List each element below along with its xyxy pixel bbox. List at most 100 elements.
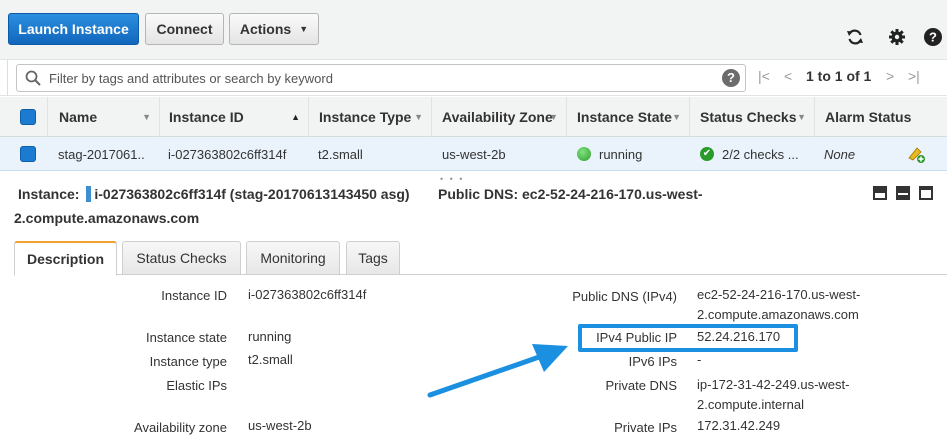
public-dns-label: Public DNS: [438,186,519,202]
cell-availability-zone: us-west-2b [442,146,506,162]
actions-label: Actions [239,21,292,37]
value-public-dns-ipv4: ec2-52-24-216-170.us-west- 2.compute.ama… [697,285,860,325]
sort-asc-icon: ▲ [291,112,300,122]
instance-label: Instance: [18,186,80,202]
toolbar: Launch Instance Connect Actions ▼ ? [0,0,947,60]
resize-handle[interactable]: • • • [440,174,470,184]
label-availability-zone: Availability zone [134,420,227,435]
tab-status-checks-label: Status Checks [136,250,227,266]
column-instance-id[interactable]: Instance ID ▲ [160,97,309,137]
public-dns-value: ec2-52-24-216-170.us-west- [522,186,703,202]
connect-label: Connect [156,21,213,37]
table-header: Name ▼ Instance ID ▲ Instance Type ▼ Availa… [0,97,947,137]
tab-monitoring[interactable]: Monitoring [246,241,340,275]
label-ipv6-ips: IPv6 IPs [628,354,677,369]
launch-instance-label: Launch Instance [18,21,129,37]
select-all-cell [0,97,48,137]
label-instance-id: Instance ID [161,288,227,303]
layout-split-icon[interactable] [896,186,910,200]
cell-instance-id: i-027363802c6ff314f [168,146,287,162]
prev-page-icon[interactable]: < [784,68,792,84]
column-instance-id-label: Instance ID [169,109,244,125]
select-all-checkbox[interactable] [20,109,36,125]
column-availability-zone[interactable]: Availability Zone ▼ [432,97,567,137]
label-elastic-ips: Elastic IPs [166,378,227,393]
value-private-dns: ip-172-31-42-249.us-west- 2.compute.inte… [697,375,849,415]
value-availability-zone: us-west-2b [248,418,312,433]
tab-tags-label: Tags [358,250,388,266]
pagination-text: 1 to 1 of 1 [806,68,872,84]
instance-state-text: running [599,146,643,162]
panel-edge [0,60,8,96]
layout-full-icon[interactable] [919,186,933,200]
next-page-icon[interactable]: > [886,68,894,84]
cell-name: stag-2017061.. [58,146,145,162]
sort-icon: ▼ [549,112,558,122]
value-private-ips: 172.31.42.249 [697,418,781,433]
column-status-checks[interactable]: Status Checks ▼ [690,97,815,137]
detail-instance-title: Instance: i-027363802c6ff314f (stag-2017… [18,186,410,202]
label-private-dns: Private DNS [605,378,677,393]
help-circle-icon[interactable]: ? [922,26,944,48]
help-icon[interactable]: ? [722,69,740,87]
first-page-icon[interactable]: |< [758,68,770,84]
label-instance-type: Instance type [149,354,227,369]
value-instance-state: running [248,329,292,344]
value-public-dns-line1: ec2-52-24-216-170.us-west- [697,287,861,302]
svg-text:?: ? [929,30,937,45]
sort-icon: ▼ [672,112,681,122]
status-checks-text: 2/2 checks ... [722,146,799,162]
label-public-dns-ipv4: Public DNS (IPv4) [572,289,677,304]
column-instance-type-label: Instance Type [319,109,412,125]
value-ipv6-ips: - [697,352,702,367]
table-row[interactable]: stag-2017061.. i-027363802c6ff314f t2.sm… [0,137,947,171]
cell-alarm-status: None [824,146,856,162]
refresh-icon[interactable] [844,26,866,48]
column-alarm-status-label: Alarm Status [825,109,912,125]
column-instance-state-label: Instance State [577,109,672,125]
value-instance-id: i-027363802c6ff314f [248,287,367,302]
column-availability-zone-label: Availability Zone [442,109,553,125]
value-instance-type: t2.small [248,352,293,367]
cell-status-checks: ✔ 2/2 checks ... [700,137,812,171]
tab-description-label: Description [26,251,104,267]
sort-icon: ▼ [142,112,151,122]
column-instance-type[interactable]: Instance Type ▼ [309,97,432,137]
search-icon [25,70,41,89]
column-status-checks-label: Status Checks [700,109,797,125]
tab-status-checks[interactable]: Status Checks [122,241,241,275]
check-icon: ✔ [700,147,714,161]
gear-icon[interactable] [886,26,908,48]
column-alarm-status[interactable]: Alarm Status [815,97,947,137]
tab-tags[interactable]: Tags [346,241,400,275]
value-private-dns-line1: ip-172-31-42-249.us-west- [697,377,850,392]
search-box[interactable]: ? [16,64,746,92]
detail-public-dns: Public DNS: ec2-52-24-216-170.us-west- [438,186,703,202]
sort-icon: ▼ [414,112,423,122]
ipv4-highlight-box [578,324,798,352]
cell-instance-type: t2.small [318,146,363,162]
filter-bar: ? |< < 1 to 1 of 1 > >| [0,60,947,96]
value-private-dns-line2: 2.compute.internal [697,397,804,412]
value-public-dns-line2: 2.compute.amazonaws.com [697,307,859,322]
connect-button[interactable]: Connect [145,13,224,45]
search-input[interactable] [47,68,697,88]
column-instance-state[interactable]: Instance State ▼ [567,97,690,137]
column-name[interactable]: Name ▼ [48,97,160,137]
launch-instance-button[interactable]: Launch Instance [8,13,139,45]
layout-bottom-icon[interactable] [873,186,887,200]
column-name-label: Name [59,109,98,125]
detail-public-dns-continued: 2.compute.amazonaws.com [14,210,200,226]
sort-icon: ▼ [797,112,806,122]
instance-color-bar [86,186,92,202]
create-alarm-icon[interactable] [906,144,926,167]
actions-button[interactable]: Actions ▼ [229,13,319,45]
instance-value: i-027363802c6ff314f (stag-20170613143450… [94,186,410,202]
chevron-down-icon: ▼ [299,24,309,34]
row-checkbox[interactable] [20,146,36,162]
annotation-arrow [427,344,568,398]
label-instance-state: Instance state [146,330,227,345]
tab-description[interactable]: Description [14,241,117,276]
last-page-icon[interactable]: >| [908,68,920,84]
label-private-ips: Private IPs [614,420,677,435]
